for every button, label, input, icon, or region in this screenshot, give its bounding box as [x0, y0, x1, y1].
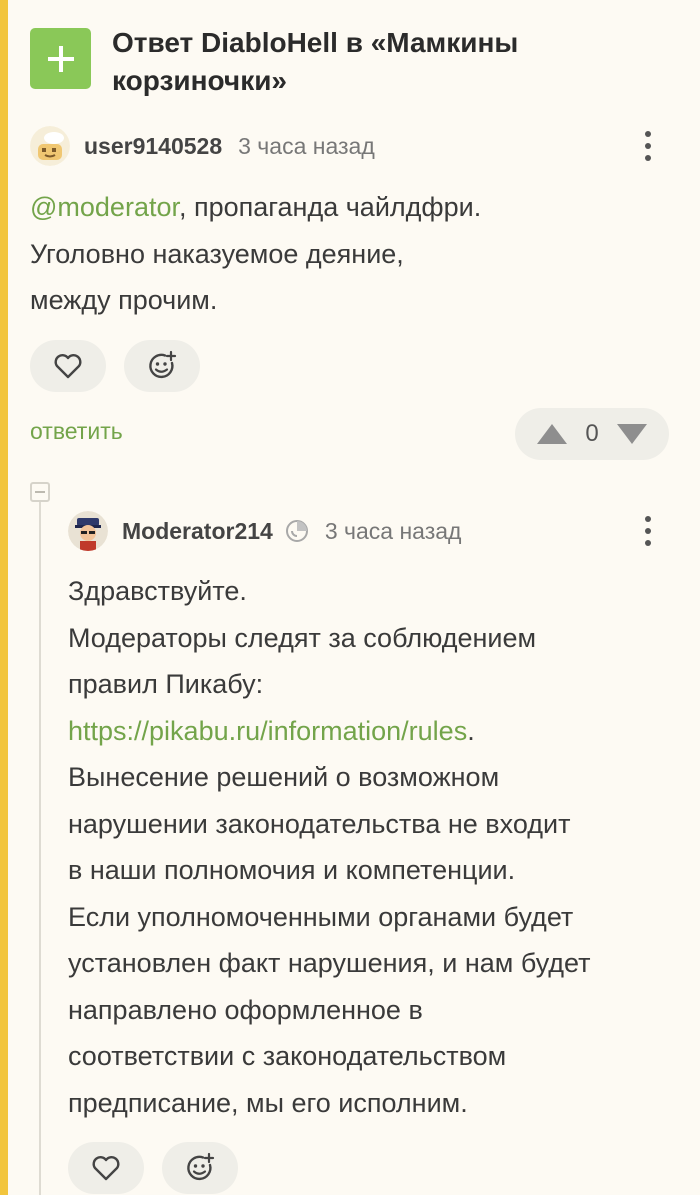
comment-text: направлено оформленное в: [68, 994, 423, 1025]
rules-link[interactable]: https://pikabu.ru/information/rules: [68, 716, 467, 746]
comment-username[interactable]: user9140528: [84, 133, 222, 160]
add-button[interactable]: [30, 28, 91, 89]
comment-header: user9140528 3 часа назад: [30, 126, 375, 166]
mention-link[interactable]: @moderator: [30, 192, 179, 222]
add-reaction-button[interactable]: [124, 340, 200, 392]
comment-username[interactable]: Moderator214: [122, 518, 273, 545]
more-options-button[interactable]: [636, 511, 660, 551]
vote-widget: 0: [515, 408, 669, 460]
upvote-arrow-icon[interactable]: [536, 423, 568, 445]
collapse-thread-button[interactable]: [30, 482, 50, 502]
avatar[interactable]: [68, 511, 108, 551]
more-options-button[interactable]: [636, 126, 660, 166]
comment-text: Уголовно наказуемое деяние,: [30, 238, 404, 269]
add-reaction-button[interactable]: [162, 1142, 238, 1194]
moderator-avatar-icon: [68, 511, 108, 551]
comment-body: Здравствуйте. Модераторы следят за соблю…: [68, 568, 688, 1126]
comment-header: Moderator214 3 часа назад: [68, 511, 461, 551]
comment-text: Если уполномоченными органами будет: [68, 901, 574, 932]
comment-text: Здравствуйте.: [68, 576, 247, 606]
heart-icon: [54, 354, 82, 379]
comment-text: соответствии с законодательством: [68, 1041, 507, 1071]
left-accent-stripe: [0, 0, 8, 1195]
comment-text: установлен факт нарушения, и нам будет: [68, 948, 591, 978]
comment-text: правил Пикабу:: [68, 669, 264, 699]
reply-button[interactable]: ответить: [30, 418, 123, 445]
comment-timestamp[interactable]: 3 часа назад: [325, 518, 462, 545]
smile-plus-icon: [149, 350, 177, 379]
comment-timestamp[interactable]: 3 часа назад: [238, 133, 375, 160]
comment-text: Вынесение решений о возможном: [68, 762, 500, 792]
thread-line: [39, 502, 41, 1195]
post-title[interactable]: Ответ DiabloHell в «Мамкины корзиночки»: [112, 24, 612, 100]
comment-text: нарушении законодательства не входит: [68, 808, 571, 839]
comment-text: предписание, мы его исполним.: [68, 1087, 468, 1118]
like-button[interactable]: [68, 1142, 144, 1194]
vote-count: 0: [585, 420, 599, 447]
downvote-arrow-icon[interactable]: [616, 423, 648, 445]
moderator-badge-icon: [285, 519, 309, 543]
heart-icon: [92, 1156, 120, 1181]
avatar[interactable]: [30, 126, 70, 166]
comment-text: .: [467, 715, 475, 746]
comment-body: @moderator, пропаганда чайлдфри. Уголовн…: [30, 184, 670, 324]
comment-text: в наши полномочия и компетенции.: [68, 855, 516, 885]
post-header: Ответ DiabloHell в «Мамкины корзиночки»: [30, 27, 680, 96]
more-dots-icon: [645, 516, 651, 522]
comment-text: , пропаганда чайлдфри.: [178, 192, 482, 222]
comment-text: между прочим.: [30, 285, 218, 315]
smile-plus-icon: [187, 1152, 215, 1181]
plus-icon: [47, 45, 74, 72]
comment-text: Модераторы следят за соблюдением: [68, 622, 537, 653]
more-dots-icon: [645, 131, 651, 137]
minus-icon: [35, 491, 45, 493]
user-avatar-icon: [30, 126, 70, 166]
like-button[interactable]: [30, 340, 106, 392]
